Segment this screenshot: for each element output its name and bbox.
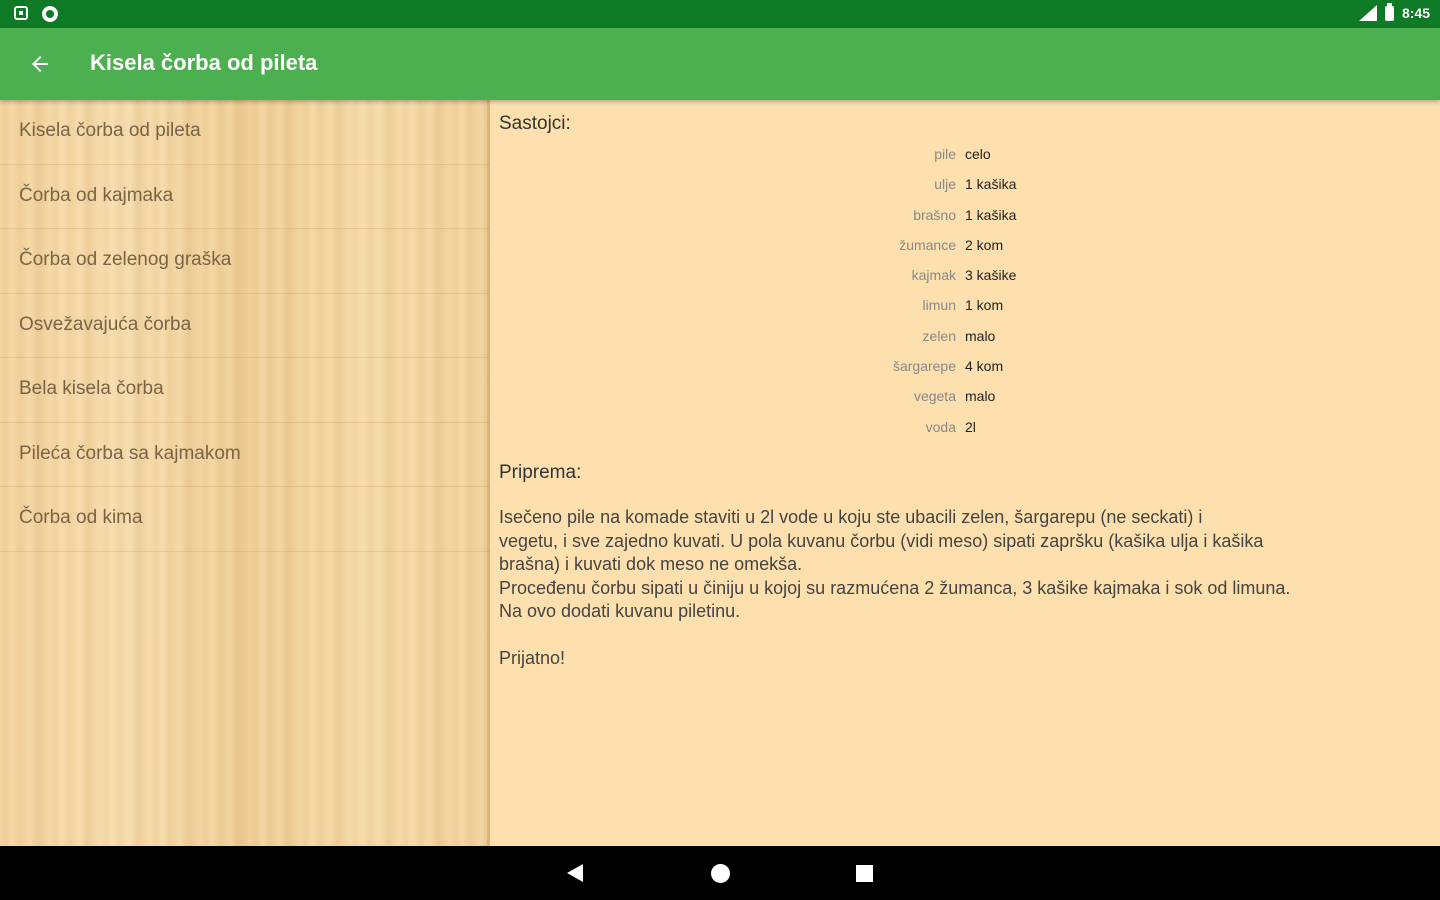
ingredient-row: zelen malo [490,328,1440,358]
notification-square-icon [14,6,28,20]
ingredient-name: kajmak [911,267,956,284]
recipe-list-item[interactable]: Čorba od kima [0,487,490,552]
ingredient-row: žumance 2 kom [490,237,1440,267]
ingredient-name: pile [934,146,956,162]
status-bar-system: 8:45 [1358,2,1430,21]
recipe-list-item[interactable]: Čorba od kajmaka [0,165,490,229]
ingredients-heading: Sastojci: [499,113,571,134]
ingredient-row: pile celo [490,146,1440,176]
recipe-list-item[interactable]: Čorba od zelenog graška [0,229,490,294]
ingredient-name: voda [925,418,956,435]
ingredient-name: limun [922,297,956,314]
ingredient-row: kajmak 3 kašike [490,267,1440,297]
back-button[interactable] [16,40,64,88]
ingredient-amount: celo [965,146,991,162]
ingredient-amount: 1 kom [965,297,1004,314]
preparation-text: Isečeno pile na komade staviti u 2l vode… [499,507,1291,668]
app-bar: Kisela čorba od pileta [0,28,1440,100]
ingredient-amount: 2l [965,418,976,435]
page-title: Kisela čorba od pileta [90,50,318,75]
ingredient-name: ulje [934,176,956,193]
recipe-list-item[interactable]: Bela kisela čorba [0,358,490,423]
recipe-detail: Sastojci: pile celo ulje 1 kašika brašno… [490,100,1440,846]
recipe-list-item[interactable]: Pileća čorba sa kajmakom [0,423,490,487]
recipe-list-sidebar: Kisela čorba od pileta Čorba od kajmaka … [0,100,490,846]
recents-square-icon[interactable] [856,865,873,882]
home-circle-icon[interactable] [711,864,730,883]
ingredient-row: vegeta malo [490,388,1440,418]
ingredient-row: limun 1 kom [490,297,1440,327]
ingredient-name: zelen [922,327,956,344]
ingredient-row: šargarepe 4 kom [490,358,1440,388]
ingredient-amount: 1 kašika [965,206,1017,223]
system-navigation-bar [0,846,1440,900]
ingredient-amount: 2 kom [965,236,1004,253]
ingredient-amount: 1 kašika [965,176,1017,193]
ingredient-name: brašno [913,206,956,223]
ingredient-amount: malo [965,388,996,405]
ingredient-amount: 4 kom [965,358,1004,375]
preparation-heading: Priprema: [499,462,582,483]
ingredient-amount: malo [965,327,996,344]
ingredient-amount: 3 kašike [965,267,1017,284]
ingredient-row: ulje 1 kašika [490,176,1440,206]
ingredients-table: pile celo ulje 1 kašika brašno 1 kašika … [490,146,1440,449]
recipe-list: Kisela čorba od pileta Čorba od kajmaka … [0,100,490,552]
recipe-screen: 8:45 Kisela čorba od pileta Kisela čorba… [0,0,1440,900]
arrow-left-icon [32,56,48,72]
ingredient-name: šargarepe [892,358,956,375]
status-time: 8:45 [1401,5,1430,21]
ingredient-name: žumance [899,236,956,253]
ingredient-row: brašno 1 kašika [490,207,1440,237]
battery-icon [1384,2,1394,21]
back-triangle-icon[interactable] [567,864,583,882]
ingredient-row: voda 2l [490,419,1440,449]
signal-icon [1358,5,1377,21]
status-bar: 8:45 [0,0,1440,28]
status-bar-notifications [14,6,58,22]
ingredient-name: vegeta [913,388,956,405]
recipe-list-item[interactable]: Kisela čorba od pileta [0,100,490,165]
recipe-list-item[interactable]: Osvežavajuća čorba [0,294,490,358]
notification-circle-icon [42,6,58,22]
